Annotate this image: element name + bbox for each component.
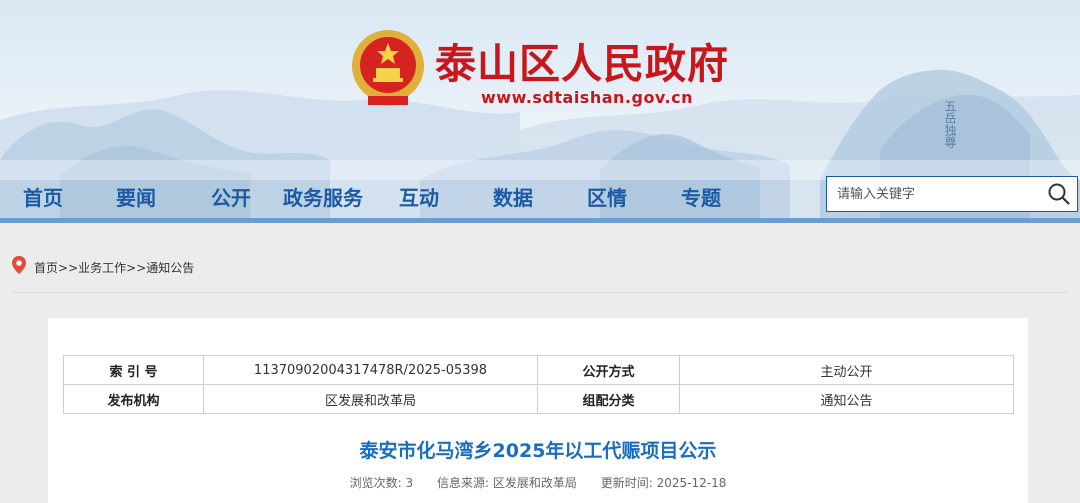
info-source: 信息来源: 区发展和改革局 (437, 476, 577, 490)
view-count: 浏览次数: 3 (350, 476, 414, 490)
info-source-label: 信息来源: (437, 476, 490, 490)
nav-item-topics[interactable]: 专题 (681, 178, 721, 218)
article-panel: 索 引 号 11370902004317478R/2025-05398 公开方式… (48, 318, 1028, 503)
update-time-label: 更新时间: (600, 476, 653, 490)
view-count-value: 3 (405, 476, 414, 490)
article-info: 浏览次数: 3 信息来源: 区发展和改革局 更新时间: 2025-12-18 (48, 474, 1028, 491)
view-count-label: 浏览次数: (349, 476, 402, 490)
category-value: 通知公告 (679, 384, 1014, 414)
index-number-label: 索 引 号 (63, 355, 204, 385)
publisher-value: 区发展和改革局 (203, 384, 538, 414)
breadcrumb-business[interactable]: 业务工作 (78, 261, 126, 275)
national-emblem-icon (352, 30, 424, 107)
table-row: 发布机构 区发展和改革局 组配分类 通知公告 (63, 384, 1014, 414)
search-icon[interactable] (1047, 182, 1071, 206)
table-row: 索 引 号 11370902004317478R/2025-05398 公开方式… (63, 355, 1014, 385)
article-title: 泰安市化马湾乡2025年以工代赈项目公示 (359, 440, 717, 462)
breadcrumb-divider (12, 292, 1068, 293)
site-url[interactable]: www.sdtaishan.gov.cn (481, 88, 693, 107)
info-source-value: 区发展和改革局 (492, 476, 577, 490)
nav-item-news[interactable]: 要闻 (116, 178, 156, 218)
category-label: 组配分类 (537, 384, 680, 414)
breadcrumb-notices[interactable]: 通知公告 (146, 261, 194, 275)
breadcrumb-separator: >> (126, 261, 147, 275)
index-number-value: 11370902004317478R/2025-05398 (203, 355, 538, 385)
meta-info-table: 索 引 号 11370902004317478R/2025-05398 公开方式… (63, 355, 1014, 414)
location-pin-icon (12, 256, 26, 274)
search-box (826, 176, 1078, 212)
update-time-value: 2025-12-18 (656, 476, 727, 490)
breadcrumb-home[interactable]: 首页 (34, 261, 58, 275)
nav-item-district[interactable]: 区情 (587, 178, 627, 218)
svg-text:五岳独尊: 五岳独尊 (943, 100, 957, 149)
search-input[interactable] (827, 177, 1037, 211)
nav-item-services[interactable]: 政务服务 (283, 178, 363, 218)
nav-item-interaction[interactable]: 互动 (399, 178, 439, 218)
breadcrumb: 首页>>业务工作>>通知公告 (34, 259, 194, 276)
breadcrumb-area: 首页>>业务工作>>通知公告 (0, 241, 1080, 293)
disclosure-method-label: 公开方式 (537, 355, 680, 385)
disclosure-method-value: 主动公开 (679, 355, 1014, 385)
breadcrumb-separator: >> (58, 261, 79, 275)
update-time: 更新时间: 2025-12-18 (601, 476, 727, 490)
nav-underline-bar (0, 218, 1080, 223)
nav-item-public[interactable]: 公开 (211, 178, 251, 218)
nav-item-data[interactable]: 数据 (493, 178, 533, 218)
site-title: 泰山区人民政府 (435, 40, 729, 88)
nav-item-home[interactable]: 首页 (23, 178, 63, 218)
publisher-label: 发布机构 (63, 384, 204, 414)
